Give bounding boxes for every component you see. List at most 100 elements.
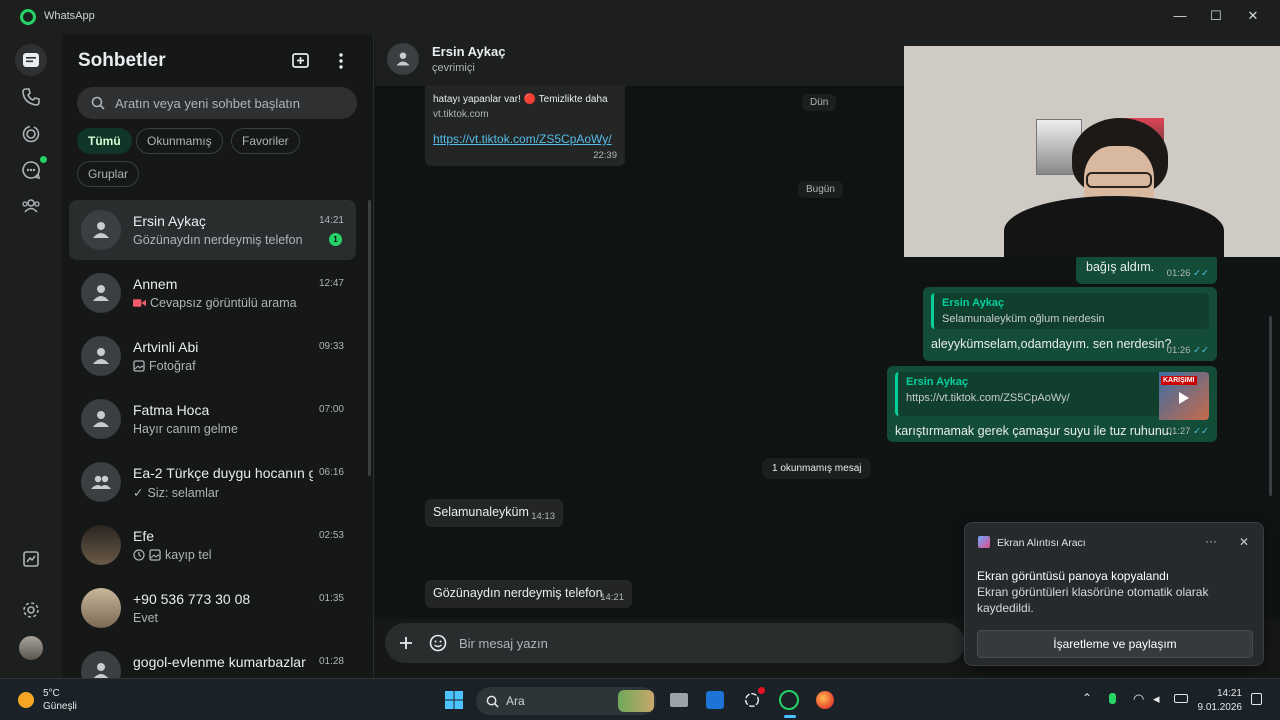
filter-groups[interactable]: Gruplar — [77, 161, 140, 187]
new-chat-icon[interactable] — [290, 50, 312, 72]
chat-item-ersin[interactable]: Ersin Aykaç 14:21 Gözünaydın nerdeymiş t… — [69, 200, 356, 260]
wifi-icon[interactable]: ◠ — [1133, 691, 1144, 707]
chat-list-scrollbar[interactable] — [368, 200, 371, 476]
chat-item-annem[interactable]: Annem 12:47 Cevapsız görüntülü arama — [69, 263, 356, 323]
chat-preview: Evet — [133, 611, 159, 625]
person-icon — [93, 222, 109, 238]
message-input[interactable] — [459, 623, 899, 663]
weather-icon[interactable] — [18, 692, 34, 708]
chat-item-gogol[interactable]: gogol-evlenme kumarbazlar 01:28 — [69, 641, 356, 678]
contact-status: çevrimiçi — [432, 62, 475, 74]
whatsapp-taskbar-icon[interactable] — [776, 687, 802, 718]
avatar — [81, 336, 121, 376]
calls-icon[interactable] — [17, 83, 45, 111]
video-thumbnail[interactable]: KARIŞIMI — [1159, 372, 1209, 420]
chats-icon[interactable] — [15, 44, 47, 76]
window-title: WhatsApp — [44, 10, 95, 22]
notification-more-icon[interactable]: ··· — [1205, 534, 1217, 548]
close-button[interactable]: ✕ — [1235, 4, 1271, 28]
communities-icon[interactable] — [17, 192, 45, 220]
filter-all[interactable]: Tümü — [77, 128, 132, 154]
notification-title: Ekran görüntüsü panoya kopyalandı — [977, 569, 1170, 583]
profile-avatar[interactable] — [17, 634, 45, 662]
message-bubble-out-reply-link[interactable]: Ersin Aykaç https://vt.tiktok.com/ZS5CpA… — [887, 366, 1217, 442]
minimize-button[interactable]: — — [1162, 4, 1198, 28]
avatar — [81, 399, 121, 439]
avatar — [81, 273, 121, 313]
composer-box[interactable] — [385, 623, 965, 663]
message-bubble-link[interactable]: hatayı yapanlar var! 🔴 Temizlikte daha v… — [425, 86, 625, 166]
quoted-message[interactable]: Ersin Aykaç Selamunaleyküm oğlum nerdesi… — [931, 293, 1209, 329]
quoted-message[interactable]: Ersin Aykaç https://vt.tiktok.com/ZS5CpA… — [895, 372, 1209, 420]
taskbar: 5°C Güneşli Ara ⌃ ◠ ◂ 14:21 9.01.2026 — [0, 678, 1280, 720]
play-icon — [1179, 392, 1189, 404]
notification-close-icon[interactable]: ✕ — [1239, 535, 1249, 549]
notifications-icon[interactable] — [1251, 693, 1262, 705]
chat-preview: ✓ Siz: selamlar — [133, 485, 219, 501]
photo-icon — [133, 360, 145, 372]
link-preview-domain: vt.tiktok.com — [433, 109, 489, 120]
status-icon[interactable] — [17, 120, 45, 148]
clock[interactable]: 14:21 9.01.2026 — [1198, 687, 1243, 715]
chat-preview: Hayır canım gelme — [133, 422, 238, 436]
message-text: Gözünaydın nerdeymiş telefon — [433, 586, 603, 600]
avatar — [81, 588, 121, 628]
message-bubble-in[interactable]: Selamunaleyküm 14:13 — [425, 499, 563, 527]
emoji-sticker-icon[interactable] — [429, 634, 447, 652]
weather-temp[interactable]: 5°C — [43, 688, 60, 699]
maximize-button[interactable]: ☐ — [1198, 4, 1234, 28]
message-bubble-out-reply[interactable]: Ersin Aykaç Selamunaleyküm oğlum nerdesi… — [923, 287, 1217, 361]
chat-item-fatma[interactable]: Fatma Hoca 07:00 Hayır canım gelme — [69, 389, 356, 449]
message-time-wrap: 01:26 ✓✓ — [1167, 268, 1209, 279]
firefox-icon[interactable] — [812, 687, 838, 713]
avatar — [81, 525, 121, 565]
snipping-tool-notification[interactable]: Ekran Alıntısı Aracı ··· ✕ Ekran görüntü… — [964, 522, 1264, 666]
clock-time: 14:21 — [1216, 688, 1242, 699]
weather-desc[interactable]: Güneşli — [43, 701, 77, 712]
chat-time: 06:16 — [318, 467, 344, 478]
start-windows-icon[interactable] — [441, 687, 467, 713]
microphone-icon[interactable] — [1109, 693, 1116, 704]
starred-media-icon[interactable] — [17, 545, 45, 573]
message-bubble-in[interactable]: Gözünaydın nerdeymiş telefon 14:21 — [425, 580, 632, 608]
chat-item-efe[interactable]: Efe 02:53 kayıp tel — [69, 515, 356, 575]
person-icon — [93, 663, 109, 678]
filter-unread[interactable]: Okunmamış — [136, 128, 223, 154]
volume-icon[interactable]: ◂ — [1153, 691, 1160, 707]
chat-item-ea2-group[interactable]: Ea-2 Türkçe duygu hocanın g... 06:16 ✓ S… — [69, 452, 356, 512]
chat-item-artvinli[interactable]: Artvinli Abi 09:33 Fotoğraf — [69, 326, 356, 386]
tray-overflow-icon[interactable]: ⌃ — [1082, 691, 1092, 705]
taskbar-search-label: Ara — [506, 694, 525, 708]
filter-favorites[interactable]: Favoriler — [231, 128, 300, 154]
avatar[interactable] — [387, 43, 419, 75]
person-icon — [93, 285, 109, 301]
chat-preview-text: kayıp tel — [165, 548, 212, 562]
search-input[interactable] — [115, 87, 345, 119]
chat-preview-text: Fotoğraf — [149, 359, 196, 373]
menu-icon[interactable] — [330, 50, 352, 72]
search-highlight-image — [618, 690, 654, 712]
taskbar-search[interactable]: Ara — [476, 687, 656, 715]
attach-plus-icon[interactable] — [398, 635, 414, 651]
message-text: karıştırmamak gerek çamaşur suyu ile tuz… — [895, 424, 1173, 438]
channels-icon[interactable] — [17, 156, 47, 184]
chat-item-phone[interactable]: +90 536 773 30 08 01:35 Evet — [69, 578, 356, 638]
unread-badge: 1 — [329, 233, 342, 246]
chat-preview: Cevapsız görüntülü arama — [133, 296, 297, 310]
unread-divider: 1 okunmamış mesaj — [762, 458, 872, 479]
message-bubble-out[interactable]: bağış aldım. 01:26 ✓✓ — [1076, 254, 1217, 284]
notification-body: Ekran görüntüleri klasörüne otomatik ola… — [977, 585, 1209, 615]
file-explorer-icon[interactable] — [666, 687, 692, 713]
chat-preview-text: Cevapsız görüntülü arama — [150, 296, 297, 310]
message-text: bağış aldım. — [1086, 260, 1155, 274]
outlook-icon[interactable] — [702, 687, 728, 713]
markup-and-share-button[interactable]: İşaretleme ve paylaşım — [977, 630, 1253, 658]
settings-icon[interactable] — [17, 596, 45, 624]
notification-app-name: Ekran Alıntısı Aracı — [997, 537, 1086, 549]
battery-icon[interactable] — [1174, 694, 1188, 703]
search-box[interactable] — [77, 87, 357, 119]
person-icon — [93, 411, 109, 427]
chatgpt-icon[interactable] — [739, 687, 765, 713]
message-scrollbar[interactable] — [1269, 316, 1272, 496]
message-link[interactable]: https://vt.tiktok.com/ZS5CpAoWy/ — [433, 132, 617, 146]
